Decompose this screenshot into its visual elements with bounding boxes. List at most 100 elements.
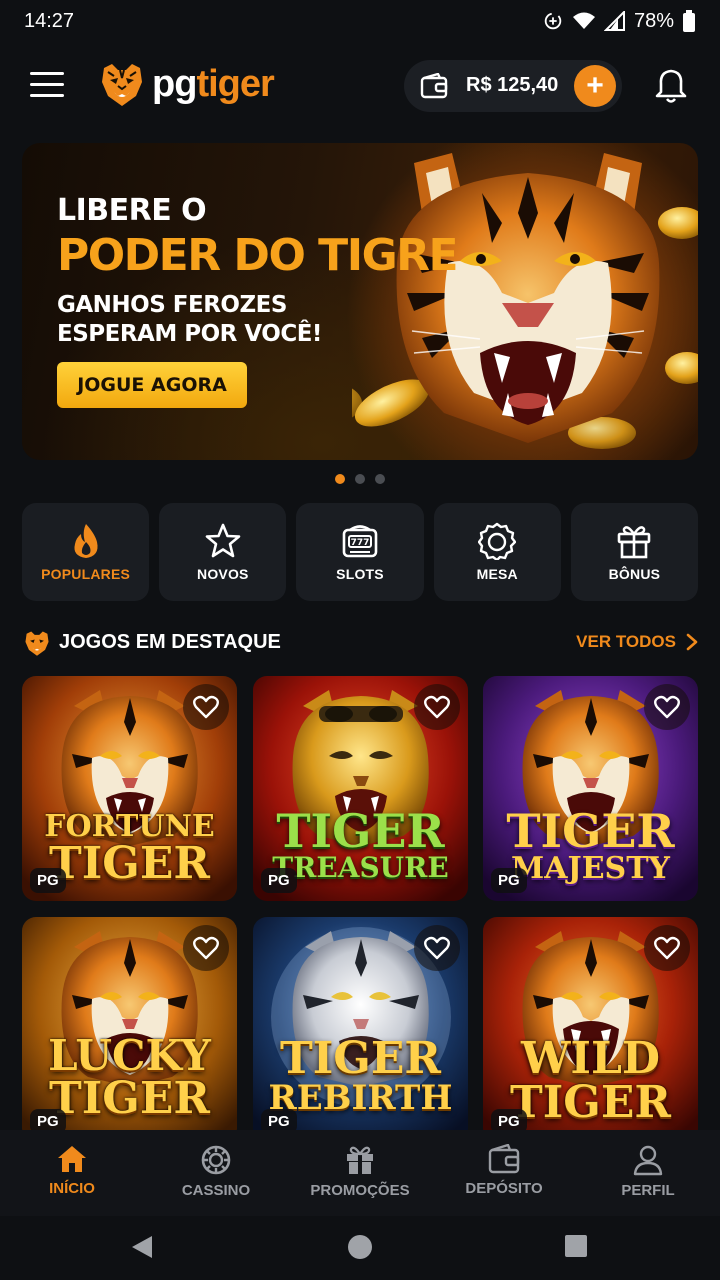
carousel-indicator [0, 474, 720, 484]
svg-text:777: 777 [351, 538, 370, 548]
carousel-dot[interactable] [375, 474, 385, 484]
heart-icon [193, 936, 219, 960]
data-saver-icon [544, 12, 562, 30]
home-circle-icon[interactable] [347, 1234, 373, 1260]
slot-machine-icon: 777 [342, 525, 378, 558]
category-mesa[interactable]: MESA [433, 503, 561, 601]
logo[interactable]: pgtiger [96, 58, 275, 110]
favorite-button[interactable] [644, 925, 690, 971]
battery-icon [683, 10, 695, 32]
menu-bar [30, 94, 64, 97]
nav-perfil[interactable]: PERFIL [576, 1130, 720, 1216]
nav-deposito[interactable]: DEPÓSITO [432, 1130, 576, 1216]
provider-badge: PG [491, 868, 527, 893]
add-funds-button[interactable]: + [574, 65, 616, 107]
game-card-wild-tiger[interactable]: WILD TIGER PG [483, 917, 698, 1142]
favorite-button[interactable] [183, 684, 229, 730]
carousel-dot[interactable] [335, 474, 345, 484]
section-title: JOGOS EM DESTAQUE [59, 631, 281, 653]
game-card-fortune-tiger[interactable]: FORTUNE TIGER PG [22, 676, 237, 901]
nav-label: PROMOÇÕES [310, 1182, 410, 1199]
banner-line-2: PODER DO TIGRE [57, 230, 459, 281]
featured-section-header: JOGOS EM DESTAQUE VER TODOS [22, 626, 698, 660]
system-navigation-bar [0, 1216, 720, 1280]
carousel-dot[interactable] [355, 474, 365, 484]
heart-icon [654, 695, 680, 719]
provider-badge: PG [30, 868, 66, 893]
nav-promocoes[interactable]: PROMOÇÕES [288, 1130, 432, 1216]
status-bar: 14:27 78% [0, 0, 720, 42]
favorite-button[interactable] [644, 684, 690, 730]
back-icon[interactable] [130, 1234, 154, 1260]
category-label: POPULARES [41, 566, 131, 582]
menu-button[interactable] [30, 72, 64, 100]
banner-line-1: LIBERE O [57, 193, 207, 228]
category-row: POPULARES NOVOS 777 SLOTS MESA BÔNUS [22, 503, 699, 601]
see-all-label: VER TODOS [576, 632, 676, 651]
heart-icon [193, 695, 219, 719]
fire-icon [74, 524, 98, 558]
promo-banner[interactable]: LIBERE O PODER DO TIGRE GANHOS FEROZES E… [22, 143, 698, 460]
heart-icon [424, 936, 450, 960]
wallet-balance: R$ 125,40 [466, 74, 559, 96]
nav-inicio[interactable]: INÍCIO [0, 1130, 144, 1216]
logo-text: pgtiger [152, 62, 275, 106]
provider-badge: PG [261, 868, 297, 893]
logo-text-pg: pg [152, 62, 197, 105]
banner-headline: LIBERE O PODER DO TIGRE GANHOS FEROZES E… [57, 193, 459, 349]
category-label: MESA [476, 566, 518, 582]
tiger-logo-icon [25, 631, 49, 656]
nav-label: PERFIL [621, 1182, 675, 1199]
wallet-balance-pill[interactable]: R$ 125,40 + [404, 60, 622, 112]
favorite-button[interactable] [414, 925, 460, 971]
play-now-button[interactable]: JOGUE AGORA [57, 362, 247, 408]
heart-icon [424, 695, 450, 719]
status-icons: 78% [542, 10, 696, 33]
heart-icon [654, 936, 680, 960]
category-bonus[interactable]: BÔNUS [570, 503, 699, 601]
banner-subtitle: GANHOS FEROZES ESPERAM POR VOCÊ! [57, 291, 457, 349]
favorite-button[interactable] [183, 925, 229, 971]
gift-icon [618, 526, 651, 559]
nav-label: INÍCIO [49, 1180, 95, 1197]
game-title-line-1: TIGER [279, 1033, 441, 1084]
wallet-icon [420, 73, 448, 99]
menu-bar [30, 72, 64, 75]
nav-cassino[interactable]: CASSINO [144, 1130, 288, 1216]
favorite-button[interactable] [414, 684, 460, 730]
category-label: SLOTS [336, 566, 384, 582]
status-time: 14:27 [24, 9, 75, 32]
casino-chip-icon [201, 1145, 231, 1175]
banner-subtitle-line-2: ESPERAM POR VOCÊ! [57, 321, 322, 347]
nav-label: DEPÓSITO [465, 1180, 543, 1197]
tiger-logo-icon [102, 64, 142, 106]
category-label: BÔNUS [608, 566, 661, 582]
category-populares[interactable]: POPULARES [22, 503, 150, 601]
category-slots[interactable]: 777 SLOTS [296, 503, 424, 601]
game-title: TIGER REBIRTH [253, 1033, 468, 1116]
see-all-link[interactable]: VER TODOS [576, 632, 698, 652]
banner-subtitle-line-1: GANHOS FEROZES [57, 292, 287, 318]
game-title-line-1: LUCKY [48, 1031, 211, 1080]
wifi-icon [572, 12, 595, 29]
game-card-tiger-majesty[interactable]: TIGER MAJESTY PG [483, 676, 698, 901]
category-novos[interactable]: NOVOS [159, 503, 287, 601]
game-title-line-1: TIGER [276, 804, 445, 858]
poker-chip-icon [478, 522, 517, 560]
battery-percent: 78% [633, 9, 674, 32]
notification-bell-icon[interactable] [654, 68, 688, 104]
nav-label: CASSINO [181, 1182, 251, 1199]
recents-icon[interactable] [564, 1234, 588, 1258]
game-card-tiger-treasure[interactable]: TIGER TREASURE PG [253, 676, 468, 901]
game-card-tiger-rebirth[interactable]: TIGER REBIRTH PG [253, 917, 468, 1142]
signal-icon [603, 11, 625, 31]
game-title-line-1: WILD [520, 1033, 661, 1084]
game-title-line-1: TIGER [506, 804, 675, 858]
home-icon [58, 1146, 86, 1172]
bottom-navigation: INÍCIO CASSINO PROMOÇÕES DEPÓSITO PERFIL [0, 1130, 720, 1216]
game-card-lucky-tiger[interactable]: LUCKY TIGER PG [22, 917, 237, 1142]
logo-text-tiger: tiger [196, 62, 274, 105]
chevron-right-icon [686, 633, 698, 651]
wallet-icon [488, 1144, 520, 1174]
menu-bar [30, 83, 64, 86]
